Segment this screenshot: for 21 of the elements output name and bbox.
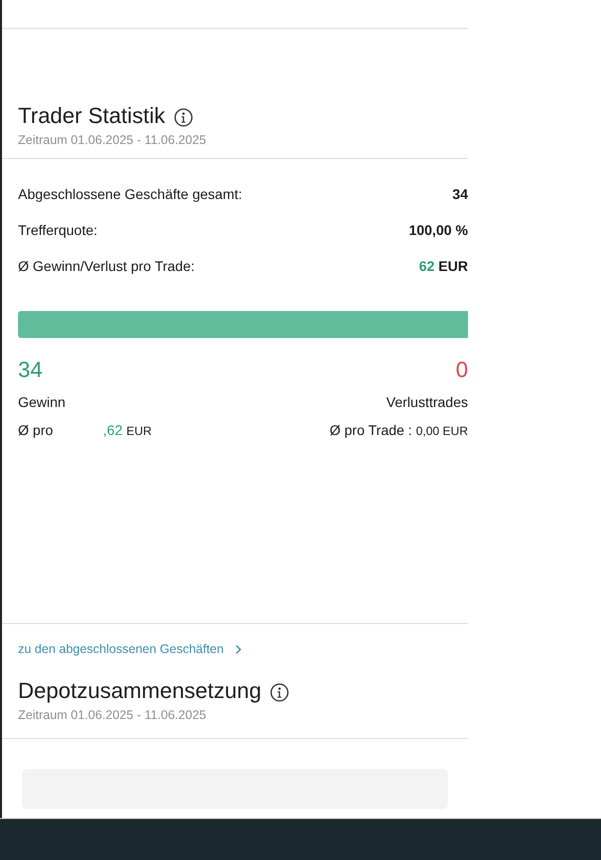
chevron-right-icon [234, 644, 242, 654]
info-icon[interactable] [270, 683, 290, 702]
win-count: 34 [18, 357, 42, 384]
period-text: Zeitraum 01.06.2025 - 11.06.2025 [18, 133, 208, 147]
period-text: Zeitraum 01.06.2025 - 11.06.2025 [18, 708, 208, 722]
section-title: Depotzusammensetzung [18, 678, 262, 704]
section-title: Trader Statistik [18, 103, 166, 129]
avg-value: ,62 EUR [103, 422, 152, 438]
avg-label: Ø pro [18, 422, 54, 438]
stat-label: Ø Gewinn/Verlust pro Trade: [18, 258, 195, 274]
stat-value: 100,00 % [408, 222, 468, 238]
loss-label: Verlusttrades [386, 394, 468, 410]
stat-label: Trefferquote: [18, 222, 98, 238]
stat-value: 62 EUR [418, 258, 468, 274]
avg-value: Ø pro Trade : 0,00 EUR [330, 422, 468, 438]
loss-count: 0 [456, 357, 468, 384]
win-label: Gewinn [18, 394, 66, 410]
stat-label: Abgeschlossene Geschäfte gesamt: [18, 186, 242, 202]
stat-value: 34 [452, 186, 468, 202]
info-icon[interactable] [174, 108, 194, 127]
closed-trades-link[interactable]: zu den abgeschlossenen Geschäften [2, 624, 242, 656]
